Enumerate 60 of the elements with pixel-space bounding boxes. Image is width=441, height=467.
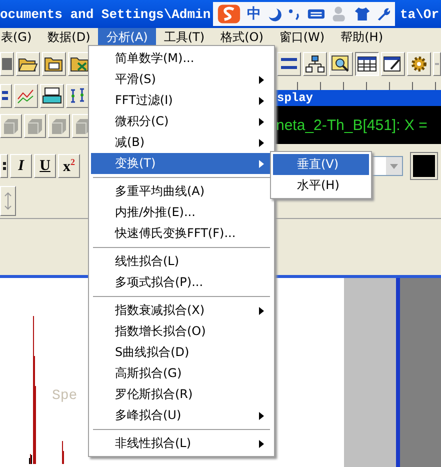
menu-bar-item[interactable]: 工具(T) [156,28,213,46]
dash-icon [435,63,439,65]
format-button[interactable]: I [10,154,32,178]
menu-bar-item[interactable]: 表(G) [0,28,40,46]
block-icon [2,58,12,70]
window-title: ta\Or [400,6,439,22]
line-chart-icon[interactable] [14,84,38,108]
menu-item[interactable]: 变换(T) [91,153,272,174]
device-icon[interactable] [40,84,64,108]
menu-bar-item[interactable]: 数据(D) [40,28,98,46]
folder-icon[interactable] [42,52,66,76]
menu-item[interactable]: 指数增长拟合(O) [91,321,272,342]
open-folder-icon[interactable] [16,52,40,76]
logo-icon[interactable] [217,3,241,25]
menu-item[interactable]: 减(B) [91,132,272,153]
caret-icon [390,164,398,168]
menu-item[interactable]: 多重平均曲线(A) [91,181,272,202]
resize-icon[interactable] [0,186,16,216]
hierarchy-icon[interactable] [303,52,327,76]
menu-item[interactable]: FFT过滤(I) [91,90,272,111]
list-icon[interactable] [0,84,12,108]
keyboard-icon[interactable] [306,7,326,21]
edit-icon[interactable] [381,52,405,76]
toolbar-button[interactable] [0,154,8,178]
window-title: splay [277,91,314,105]
menu-item[interactable]: 多峰拟合(U) [91,405,272,426]
menu-item[interactable]: 线性拟合(L) [91,251,272,272]
format-button[interactable]: x$^{2}$ [58,154,80,178]
table-icon[interactable] [355,52,379,76]
menu-item[interactable]: 微积分(C) [91,111,272,132]
menu-item[interactable]: 简单数学(M)... [91,48,272,69]
menu-item[interactable]: 快速傅氏变换FFT(F)... [91,223,272,244]
error-bar-icon[interactable] [66,84,90,108]
moon-icon[interactable] [266,6,282,22]
list-icon[interactable] [277,52,301,76]
menu-item[interactable]: 水平(H) [273,175,369,196]
menu-bar-item[interactable]: 帮助(H) [332,28,391,46]
gear-icon[interactable] [407,52,431,76]
punctuation-icon[interactable] [288,7,301,21]
magnifier-icon[interactable] [329,52,353,76]
menu-item[interactable]: S曲线拟合(D) [91,342,272,363]
menu-item[interactable]: 多项式拟合(P)... [91,272,272,293]
color-swatch[interactable] [411,153,437,179]
menu-bar-item[interactable]: 格式(O) [212,28,272,46]
window-title: ocuments and Settings\Admin [0,6,211,22]
readout-text: neta_2-Th_B[451]: X = [275,116,428,134]
graph-label: Spe [52,388,78,404]
shirt-icon[interactable] [354,6,370,22]
menu-item[interactable]: 内推/外推(E)... [91,202,272,223]
menu-item[interactable]: 指数衰减拟合(X) [91,300,272,321]
menu-item[interactable]: 垂直(V) [273,154,369,175]
menu-item[interactable]: 高斯拟合(G) [91,363,272,384]
menu-item[interactable]: 非线性拟合(L) [91,433,272,454]
menu-item[interactable]: 罗伦斯拟合(R) [91,384,272,405]
menu-bar-item[interactable]: 窗口(W) [271,28,333,46]
grip-icon [2,162,6,170]
input-mode[interactable]: 中 [246,5,261,23]
format-button[interactable]: U [34,154,56,178]
menu-item[interactable]: 平滑(S) [91,69,272,90]
wrench-icon[interactable] [376,6,391,22]
